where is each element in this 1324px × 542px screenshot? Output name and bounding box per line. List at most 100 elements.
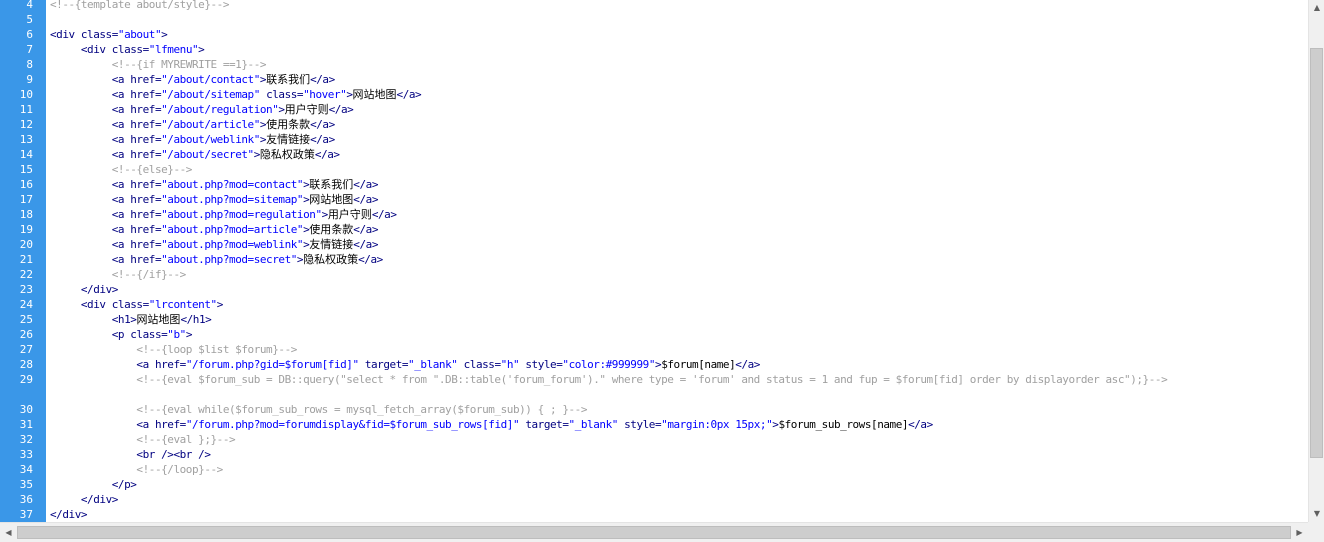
- code-line[interactable]: 9 <a href="/about/contact">联系我们</a>: [26, 72, 1308, 87]
- code-token: "/forum.php?mod=forumdisplay&fid=$forum_…: [185, 418, 520, 431]
- code-token: <p class=: [50, 328, 168, 341]
- code-line[interactable]: 14 <a href="/about/secret">隐私权政策</a>: [20, 147, 1308, 162]
- code-line[interactable]: 36 </div>: [20, 492, 1308, 507]
- code-line[interactable]: 21 <a href="about.php?mod=secret">隐私权政策<…: [20, 252, 1308, 267]
- code-line[interactable]: 18 <a href="about.php?mod=regulation">用户…: [20, 207, 1308, 222]
- code-line[interactable]: 8 <!--{if MYREWRITE ==1}-->: [26, 57, 1308, 72]
- code-token: </a>: [353, 238, 378, 251]
- code-token: "about.php?mod=secret": [161, 253, 297, 266]
- code-text: <!--{eval while($forum_sub_rows = mysql_…: [50, 402, 1242, 417]
- line-number: 7: [26, 43, 33, 56]
- code-line[interactable]: 25 <h1>网站地图</h1>: [20, 312, 1308, 327]
- code-text: <div class="lfmenu">: [50, 42, 1242, 57]
- code-line[interactable]: 22 <!--{/if}-->: [20, 267, 1308, 282]
- line-number: 13: [19, 133, 33, 146]
- vertical-scrollbar[interactable]: ▲ ▼: [1308, 0, 1324, 522]
- code-line[interactable]: 19 <a href="about.php?mod=article">使用条款<…: [20, 222, 1308, 237]
- code-text: <a href="about.php?mod=secret">隐私权政策</a>: [50, 252, 1242, 267]
- code-line[interactable]: 32 <!--{eval };}-->: [20, 432, 1308, 447]
- line-number: 16: [19, 178, 33, 191]
- code-line[interactable]: 29 <!--{eval $forum_sub = DB::query("sel…: [20, 372, 1308, 402]
- code-token: 隐私权政策: [303, 253, 359, 266]
- code-area[interactable]: 4 <!--{template about/style}--> 5 6 <div cla…: [20, 0, 1308, 522]
- code-line[interactable]: 11 <a href="/about/regulation">用户守则</a>: [20, 102, 1308, 117]
- line-number: 15: [19, 163, 33, 176]
- scroll-up-arrow-icon[interactable]: ▲: [1309, 0, 1324, 16]
- code-token: "/about/secret": [161, 148, 254, 161]
- code-line[interactable]: 34 <!--{/loop}-->: [20, 462, 1308, 477]
- vertical-scroll-thumb[interactable]: [1310, 48, 1323, 458]
- code-token: 网站地图: [352, 88, 397, 101]
- code-token: "_blank": [408, 358, 458, 371]
- code-text: <!--{if MYREWRITE ==1}-->: [50, 57, 1242, 72]
- line-number: 28: [19, 358, 33, 371]
- code-token: <a href=: [50, 208, 162, 221]
- line-number: 14: [19, 148, 33, 161]
- code-line[interactable]: 6 <div class="about">: [26, 27, 1308, 42]
- code-token: class=: [259, 88, 304, 101]
- code-line[interactable]: 24 <div class="lrcontent">: [20, 297, 1308, 312]
- code-line[interactable]: 15 <!--{else}-->: [20, 162, 1308, 177]
- line-number: 8: [26, 58, 33, 71]
- code-token: "about.php?mod=weblink": [161, 238, 304, 251]
- code-line[interactable]: 35 </p>: [20, 477, 1308, 492]
- line-number: 23: [19, 283, 33, 296]
- code-token: 网站地图: [136, 313, 181, 326]
- code-token: 用户守则: [284, 103, 329, 116]
- code-line[interactable]: 28 <a href="/forum.php?gid=$forum[fid]" …: [20, 357, 1308, 372]
- code-line[interactable]: 27 <!--{loop $list $forum}-->: [20, 342, 1308, 357]
- code-line[interactable]: 37 </div>: [20, 507, 1308, 522]
- code-line[interactable]: 5: [26, 12, 1308, 27]
- code-token: "hover": [303, 88, 347, 101]
- code-token: <h1>: [50, 313, 137, 326]
- horizontal-scroll-thumb[interactable]: [17, 526, 1291, 539]
- code-text: </div>: [50, 492, 1242, 507]
- code-line[interactable]: 7 <div class="lfmenu">: [26, 42, 1308, 57]
- code-token: "/about/regulation": [161, 103, 279, 116]
- code-text: </div>: [50, 282, 1242, 297]
- code-token: "/forum.php?gid=$forum[fid]": [185, 358, 359, 371]
- code-line[interactable]: 30 <!--{eval while($forum_sub_rows = mys…: [20, 402, 1308, 417]
- code-token: <a href=: [50, 103, 162, 116]
- code-line[interactable]: 20 <a href="about.php?mod=weblink">友情链接<…: [20, 237, 1308, 252]
- code-token: </div>: [50, 283, 118, 296]
- code-line[interactable]: 12 <a href="/about/article">使用条款</a>: [20, 117, 1308, 132]
- code-token: </a>: [353, 223, 378, 236]
- code-token: <!--{eval };}-->: [50, 433, 236, 446]
- code-token: </a>: [328, 103, 354, 116]
- scroll-left-arrow-icon[interactable]: ◀: [0, 523, 17, 542]
- code-line[interactable]: 10 <a href="/about/sitemap" class="hover…: [20, 87, 1308, 102]
- code-token: 友情链接: [266, 133, 311, 146]
- code-text: <!--{/if}-->: [50, 267, 1242, 282]
- code-line[interactable]: 33 <br /><br />: [20, 447, 1308, 462]
- code-token: "/about/article": [161, 118, 260, 131]
- line-number: 34: [19, 463, 33, 476]
- code-line[interactable]: 13 <a href="/about/weblink">友情链接</a>: [20, 132, 1308, 147]
- scroll-right-arrow-icon[interactable]: ▶: [1291, 523, 1308, 542]
- code-line[interactable]: 16 <a href="about.php?mod=contact">联系我们<…: [20, 177, 1308, 192]
- line-number: 29: [19, 373, 33, 386]
- code-token: </a>: [353, 178, 378, 191]
- code-token: "/about/contact": [161, 73, 260, 86]
- code-line[interactable]: 17 <a href="about.php?mod=sitemap">网站地图<…: [20, 192, 1308, 207]
- code-line[interactable]: 26 <p class="b">: [20, 327, 1308, 342]
- code-text: <a href="/about/weblink">友情链接</a>: [50, 132, 1242, 147]
- scroll-down-arrow-icon[interactable]: ▼: [1309, 506, 1324, 522]
- line-number: 31: [19, 418, 33, 431]
- code-token: "margin:0px 15px;": [661, 418, 773, 431]
- code-line[interactable]: 23 </div>: [20, 282, 1308, 297]
- code-token: </a>: [314, 148, 340, 161]
- code-editor[interactable]: 4 <!--{template about/style}--> 5 6 <div cla…: [0, 0, 1308, 522]
- line-number: 27: [19, 343, 33, 356]
- code-token: <!--{template about/style}-->: [50, 0, 230, 11]
- code-text: <a href="about.php?mod=sitemap">网站地图</a>: [50, 192, 1242, 207]
- code-token: <a href=: [50, 148, 162, 161]
- code-token: >: [198, 43, 205, 56]
- code-line[interactable]: 4 <!--{template about/style}-->: [26, 0, 1308, 12]
- horizontal-scrollbar[interactable]: ◀ ▶: [0, 522, 1308, 542]
- code-token: <a href=: [50, 223, 162, 236]
- code-token: <a href=: [50, 193, 162, 206]
- line-number: 21: [19, 253, 33, 266]
- code-line[interactable]: 31 <a href="/forum.php?mod=forumdisplay&…: [20, 417, 1308, 432]
- code-token: </a>: [310, 118, 335, 131]
